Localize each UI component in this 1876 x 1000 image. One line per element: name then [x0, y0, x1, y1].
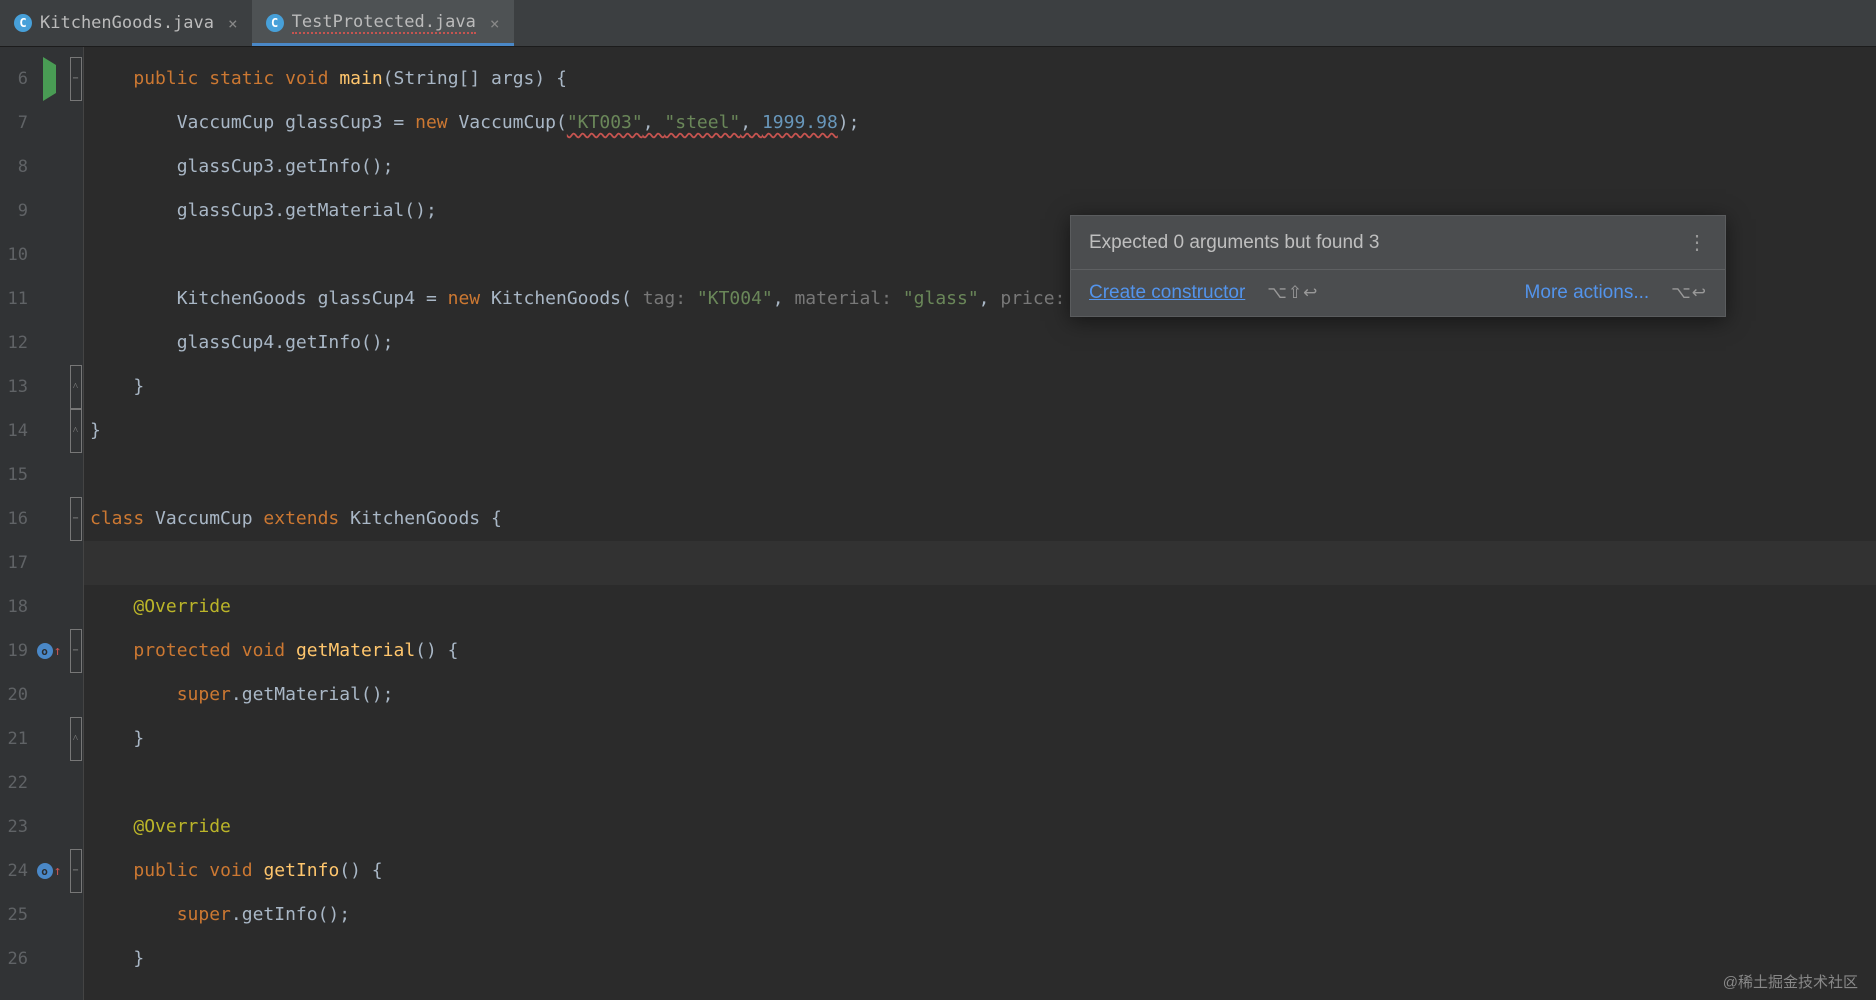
close-icon[interactable]: × [484, 14, 500, 33]
line-number: 20 [0, 673, 30, 717]
line-number: 13 [0, 365, 30, 409]
java-class-icon: C [14, 14, 32, 32]
line-number: 21 [0, 717, 30, 761]
line-number: 19 [0, 629, 30, 673]
line-number: 9 [0, 189, 30, 233]
code-line[interactable]: @Override [84, 585, 1876, 629]
code-line[interactable]: VaccumCup glassCup3 = new VaccumCup("KT0… [84, 101, 1876, 145]
icon-gutter: o↑o↑ [30, 47, 68, 1000]
code-line[interactable] [84, 453, 1876, 497]
run-icon[interactable] [43, 57, 56, 101]
create-constructor-link[interactable]: Create constructor [1089, 282, 1245, 304]
up-arrow-icon: ↑ [54, 864, 62, 879]
fold-icon[interactable]: ˄ [70, 717, 82, 761]
line-number: 8 [0, 145, 30, 189]
code-line[interactable]: glassCup3.getInfo(); [84, 145, 1876, 189]
code-line[interactable]: super.getInfo(); [84, 893, 1876, 937]
code-line[interactable]: } [84, 717, 1876, 761]
tab-bar: C KitchenGoods.java × C TestProtected.ja… [0, 0, 1876, 47]
line-number: 16 [0, 497, 30, 541]
line-number: 7 [0, 101, 30, 145]
line-number: 12 [0, 321, 30, 365]
code-line[interactable]: glassCup4.getInfo(); [84, 321, 1876, 365]
watermark: @稀土掘金技术社区 [1723, 971, 1858, 992]
line-number: 10 [0, 233, 30, 277]
fold-icon[interactable]: − [70, 629, 82, 673]
code-line[interactable]: super.getMaterial(); [84, 673, 1876, 717]
shortcut-hint: ⌥⇧↩ [1267, 283, 1318, 303]
line-number: 23 [0, 805, 30, 849]
code-area[interactable]: public static void main(String[] args) {… [84, 47, 1876, 1000]
line-number: 25 [0, 893, 30, 937]
more-actions-link[interactable]: More actions... [1525, 282, 1650, 304]
fold-icon[interactable]: − [70, 497, 82, 541]
tab-testprotected[interactable]: C TestProtected.java × [252, 0, 514, 46]
code-line[interactable] [84, 761, 1876, 805]
java-class-icon: C [266, 14, 284, 32]
fold-icon[interactable]: − [70, 849, 82, 893]
line-number: 6 [0, 57, 30, 101]
override-icon[interactable]: o [37, 863, 53, 879]
error-message: Expected 0 arguments but found 3 [1089, 232, 1379, 254]
code-line[interactable]: @Override [84, 805, 1876, 849]
up-arrow-icon: ↑ [54, 644, 62, 659]
code-line[interactable]: protected void getMaterial() { [84, 629, 1876, 673]
fold-gutter: −˄˄−−˄− [68, 47, 84, 1000]
fold-icon[interactable]: − [70, 57, 82, 101]
line-number: 26 [0, 937, 30, 981]
line-number: 24 [0, 849, 30, 893]
code-line[interactable]: public static void main(String[] args) { [84, 57, 1876, 101]
code-line[interactable]: } [84, 365, 1876, 409]
line-number: 22 [0, 761, 30, 805]
code-line[interactable]: } [84, 409, 1876, 453]
code-line[interactable]: public void getInfo() { [84, 849, 1876, 893]
editor: 67891011121314151617181920212223242526 o… [0, 47, 1876, 1000]
shortcut-hint: ⌥↩ [1671, 283, 1707, 303]
line-number-gutter: 67891011121314151617181920212223242526 [0, 47, 30, 1000]
code-line[interactable]: class VaccumCup extends KitchenGoods { [84, 497, 1876, 541]
line-number: 11 [0, 277, 30, 321]
fold-icon[interactable]: ˄ [70, 365, 82, 409]
more-icon[interactable]: ⋮ [1687, 230, 1707, 255]
code-line[interactable]: } [84, 937, 1876, 981]
line-number: 17 [0, 541, 30, 585]
override-icon[interactable]: o [37, 643, 53, 659]
line-number: 15 [0, 453, 30, 497]
tab-kitchengoods[interactable]: C KitchenGoods.java × [0, 0, 252, 46]
tab-label: KitchenGoods.java [40, 13, 214, 33]
close-icon[interactable]: × [222, 14, 238, 33]
tab-label: TestProtected.java [292, 12, 476, 34]
line-number: 18 [0, 585, 30, 629]
error-tooltip: Expected 0 arguments but found 3 ⋮ Creat… [1070, 215, 1726, 317]
fold-icon[interactable]: ˄ [70, 409, 82, 453]
code-line[interactable] [84, 541, 1876, 585]
line-number: 14 [0, 409, 30, 453]
